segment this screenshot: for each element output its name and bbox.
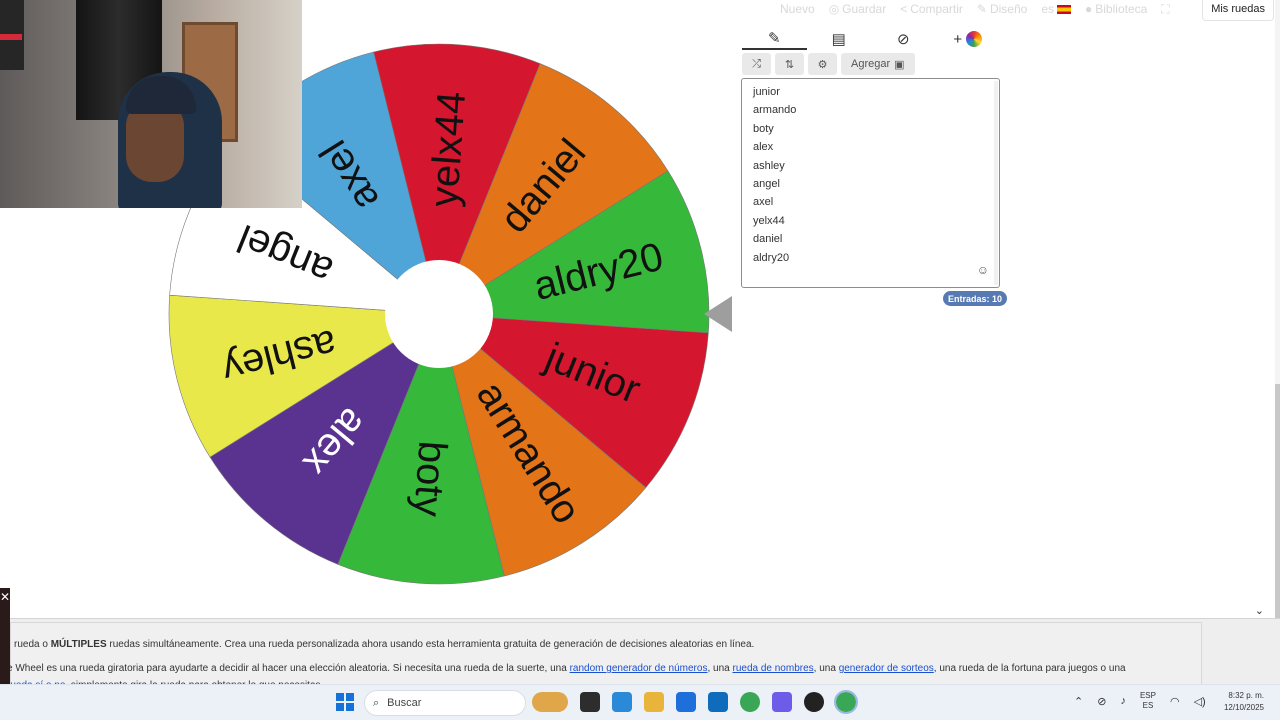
taskbar: ⌕ Buscar ⌃ ⊘ ♪ ESP ES ◠ ◁) 8:32 p. m. 12/10…: [0, 684, 1280, 720]
entry-line: alex: [753, 141, 774, 154]
nav-share[interactable]: < Compartir: [900, 2, 963, 16]
entries-scrollbar[interactable]: [994, 81, 998, 285]
side-widget: ✕: [0, 588, 10, 684]
my-wheels-button[interactable]: Mis ruedas: [1202, 0, 1274, 21]
chevron-up-icon[interactable]: ⌃: [1074, 695, 1083, 708]
image-icon: ▣: [894, 58, 905, 71]
task-view-icon[interactable]: [580, 692, 600, 712]
globe-icon: ●: [1085, 2, 1093, 16]
tab-hide[interactable]: ⊘: [871, 28, 936, 50]
chrome-icon[interactable]: [740, 692, 760, 712]
volume-icon[interactable]: ◁): [1194, 695, 1206, 708]
entry-line: ashley: [753, 159, 785, 172]
pencil-icon: ✎: [767, 30, 781, 47]
store-icon[interactable]: [676, 692, 696, 712]
page: Nuevo ◎ Guardar < Compartir ✎ Diseño es ● Bi…: [0, 0, 1280, 720]
wheel-center-hub[interactable]: [385, 260, 493, 368]
tab-add-wheel[interactable]: +: [936, 28, 1001, 50]
outlook-icon[interactable]: [708, 692, 728, 712]
webcam-overlay: [0, 0, 302, 208]
shuffle-button[interactable]: ⤮: [742, 53, 771, 75]
nav-save[interactable]: ◎ Guardar: [829, 2, 887, 16]
entry-line: aldry20: [753, 251, 790, 264]
nav-library[interactable]: ● Biblioteca: [1085, 2, 1147, 16]
description-paragraph: rueda o MÚLTIPLES ruedas simultáneamente…: [14, 639, 755, 650]
emoji-icon[interactable]: ☺: [977, 263, 989, 277]
add-image-button[interactable]: Agregar ▣: [841, 53, 915, 75]
system-tray: ⌃ ⊘ ♪ ESP ES ◠ ◁): [1074, 691, 1206, 711]
windows-start-icon[interactable]: [336, 693, 354, 711]
entry-line: angel: [753, 177, 780, 190]
editor-tabs: ✎ ▤ ⊘ +: [742, 28, 1000, 50]
file-explorer-icon[interactable]: [644, 692, 664, 712]
widgets-icon[interactable]: [532, 692, 568, 712]
nav-language[interactable]: es: [1041, 2, 1072, 16]
wheel-segment-label: boty: [405, 440, 454, 518]
share-icon: <: [900, 2, 908, 16]
spain-flag-icon: [1057, 4, 1072, 14]
entry-line: armando: [753, 104, 797, 117]
wheel-segment-label: yelx44: [422, 90, 474, 208]
network-off-icon[interactable]: ⊘: [1097, 695, 1106, 708]
link-number-generator[interactable]: random generador de números: [570, 663, 708, 674]
entries-count-badge: Entradas: 10: [943, 291, 1008, 306]
taskbar-clock[interactable]: 8:32 p. m. 12/10/2025: [1224, 690, 1264, 714]
tab-results[interactable]: ▤: [807, 28, 872, 50]
language-indicator[interactable]: ESP ES: [1140, 691, 1156, 711]
entry-line: daniel: [753, 233, 783, 246]
description-panel: ⌄ rueda o MÚLTIPLES ruedas simultáneamen…: [0, 605, 1280, 691]
chevron-down-icon[interactable]: ⌄: [1255, 604, 1264, 617]
close-icon[interactable]: ✕: [0, 590, 10, 604]
save-icon: ◎: [828, 2, 840, 16]
copilot-icon[interactable]: [612, 692, 632, 712]
entry-line: axel: [753, 196, 774, 209]
wifi-icon[interactable]: ◠: [1170, 695, 1180, 708]
settings-button[interactable]: ⚙: [808, 53, 837, 75]
settings-app-icon[interactable]: [772, 692, 792, 712]
entry-line: junior: [753, 86, 780, 98]
link-raffle-generator[interactable]: generador de sorteos: [839, 663, 934, 674]
nav-design[interactable]: ✎ Diseño: [977, 2, 1027, 16]
gear-icon: ⚙: [817, 58, 828, 71]
chrome-active-icon[interactable]: [834, 690, 858, 714]
nav-new[interactable]: Nuevo: [780, 2, 815, 16]
color-wheel-icon: [966, 31, 983, 47]
fullscreen-icon[interactable]: ⛶: [1161, 2, 1169, 17]
microphone-icon[interactable]: ♪: [1120, 695, 1126, 707]
brush-icon: ✎: [976, 2, 987, 16]
taskbar-search[interactable]: ⌕ Buscar: [364, 690, 526, 716]
taskbar-apps: [532, 690, 858, 714]
description-paragraph: e Wheel es una rueda giratoria para ayud…: [7, 663, 1126, 674]
shuffle-icon: ⤮: [752, 57, 761, 70]
tab-entries[interactable]: ✎: [742, 28, 807, 50]
eye-slash-icon: ⊘: [896, 31, 910, 48]
sort-button[interactable]: ⇅: [775, 53, 804, 75]
link-name-wheel[interactable]: rueda de nombres: [732, 663, 813, 674]
sort-icon: ⇅: [784, 58, 795, 71]
search-icon: ⌕: [373, 696, 380, 709]
entry-line: boty: [753, 122, 774, 135]
entry-line: yelx44: [753, 214, 785, 227]
clipboard-icon: ▤: [831, 31, 846, 48]
editor-toolbar: ⤮ ⇅ ⚙ Agregar ▣: [742, 53, 915, 75]
obs-icon[interactable]: [804, 692, 824, 712]
page-scrollbar[interactable]: [1275, 0, 1280, 618]
entries-textbox[interactable]: junior armando boty alex ashley angel ax…: [741, 78, 1000, 288]
